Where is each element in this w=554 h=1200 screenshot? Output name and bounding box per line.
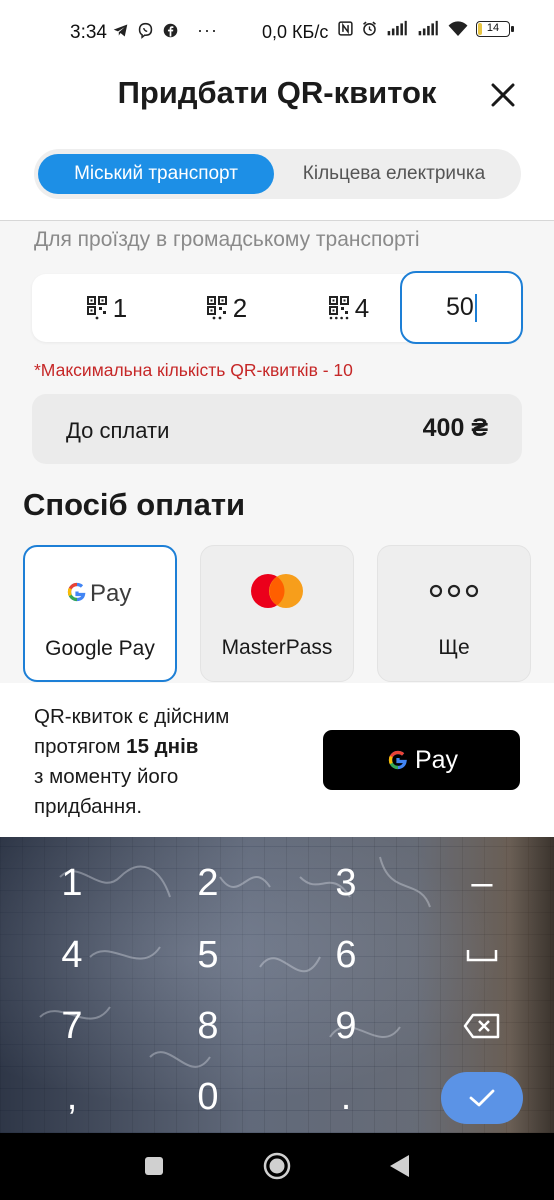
transport-tabs: Міський транспорт Кільцева електричка [34, 149, 521, 199]
check-icon [469, 1089, 495, 1107]
quantity-input[interactable]: 50 [400, 271, 523, 344]
page-title: Придбати QR-квиток [117, 75, 437, 110]
payment-amount: 400 ₴ [422, 414, 488, 442]
qty-option-1[interactable]: 1 [52, 274, 162, 342]
text-caret [474, 293, 477, 322]
info-line: протягом 15 днів [34, 735, 199, 758]
subtitle: Для проїзду в громадському транспорті [34, 228, 420, 251]
info-line: з моменту його [34, 765, 179, 788]
google-pay-button-label: Pay [414, 745, 459, 774]
validity-period: 15 днів [126, 735, 199, 758]
key-5[interactable]: 5 [173, 934, 243, 977]
navigation-bar [0, 1133, 554, 1200]
space-key-icon[interactable] [466, 946, 498, 964]
qr-2-icon [206, 296, 227, 320]
signal-icon [418, 20, 438, 36]
payment-label: До сплати [66, 418, 170, 443]
battery-icon: 14 [476, 20, 514, 37]
signal-icon [387, 20, 407, 36]
qty-option-2[interactable]: 2 [172, 274, 282, 342]
method-more[interactable]: Ще [377, 545, 531, 682]
qty-option-label: 1 [112, 292, 128, 323]
method-google-pay[interactable]: Pay Google Pay [23, 545, 177, 682]
status-right-icons: 14 [337, 20, 514, 37]
key-0[interactable]: 0 [173, 1076, 243, 1119]
battery-level: 14 [486, 21, 500, 34]
home-icon[interactable] [262, 1151, 292, 1181]
wifi-icon [448, 21, 468, 37]
info-line: придбання. [34, 795, 143, 818]
key-comma[interactable]: , [37, 1076, 107, 1119]
key-period[interactable]: . [311, 1076, 381, 1119]
key-1[interactable]: 1 [37, 862, 107, 905]
status-net-speed: 0,0 КБ/с [262, 22, 329, 42]
key-3[interactable]: 3 [311, 862, 381, 905]
mastercard-icon [201, 571, 353, 611]
enter-key[interactable] [441, 1072, 523, 1124]
status-more: ··· [197, 20, 218, 40]
qty-option-label: 2 [232, 292, 248, 323]
more-dots-icon [378, 571, 530, 611]
status-time: 3:34 [70, 22, 107, 43]
qr-4-icon [328, 296, 349, 320]
payment-method-title: Спосіб оплати [23, 487, 246, 522]
method-label: MasterPass [221, 636, 333, 659]
tab-ring-train[interactable]: Кільцева електричка [274, 154, 514, 194]
key-4[interactable]: 4 [37, 934, 107, 977]
payment-total: До сплати 400 ₴ [32, 394, 522, 464]
qty-option-4[interactable]: 4 [294, 274, 404, 342]
tab-city-transport[interactable]: Міський транспорт [38, 154, 274, 194]
validity-info: QR-квиток є дійсним протягом 15 днів з м… [34, 702, 294, 822]
key-7[interactable]: 7 [37, 1005, 107, 1048]
key-9[interactable]: 9 [311, 1005, 381, 1048]
viber-icon [138, 22, 153, 39]
method-masterpass[interactable]: MasterPass [200, 545, 354, 682]
nfc-icon [338, 21, 353, 36]
recent-apps-icon[interactable] [139, 1151, 169, 1181]
facebook-icon [163, 23, 178, 38]
info-line: QR-квиток є дійсним [34, 705, 230, 728]
alarm-icon [363, 21, 376, 36]
telegram-icon [113, 24, 128, 37]
close-icon[interactable] [486, 78, 520, 112]
google-pay-icon: Pay [25, 572, 175, 612]
google-pay-button[interactable]: Pay [323, 730, 520, 790]
svg-text:Pay: Pay [90, 580, 131, 607]
google-g-icon [388, 750, 407, 770]
method-label: Ще [438, 636, 470, 659]
back-icon[interactable] [385, 1151, 415, 1181]
status-left-icons: ··· [112, 20, 218, 41]
key-2[interactable]: 2 [173, 862, 243, 905]
key-6[interactable]: 6 [311, 934, 381, 977]
max-quantity-note: *Максимальна кількість QR-квитків - 10 [34, 360, 353, 380]
method-label: Google Pay [45, 637, 155, 660]
qr-1-icon [86, 296, 107, 320]
key-minus[interactable]: – [447, 862, 517, 905]
backspace-icon[interactable] [463, 1012, 501, 1040]
status-bar: 3:34 ··· 0,0 КБ/с 14 [0, 0, 554, 62]
qty-option-label: 4 [354, 292, 370, 323]
key-8[interactable]: 8 [173, 1005, 243, 1048]
quantity-input-value: 50 [446, 293, 474, 321]
